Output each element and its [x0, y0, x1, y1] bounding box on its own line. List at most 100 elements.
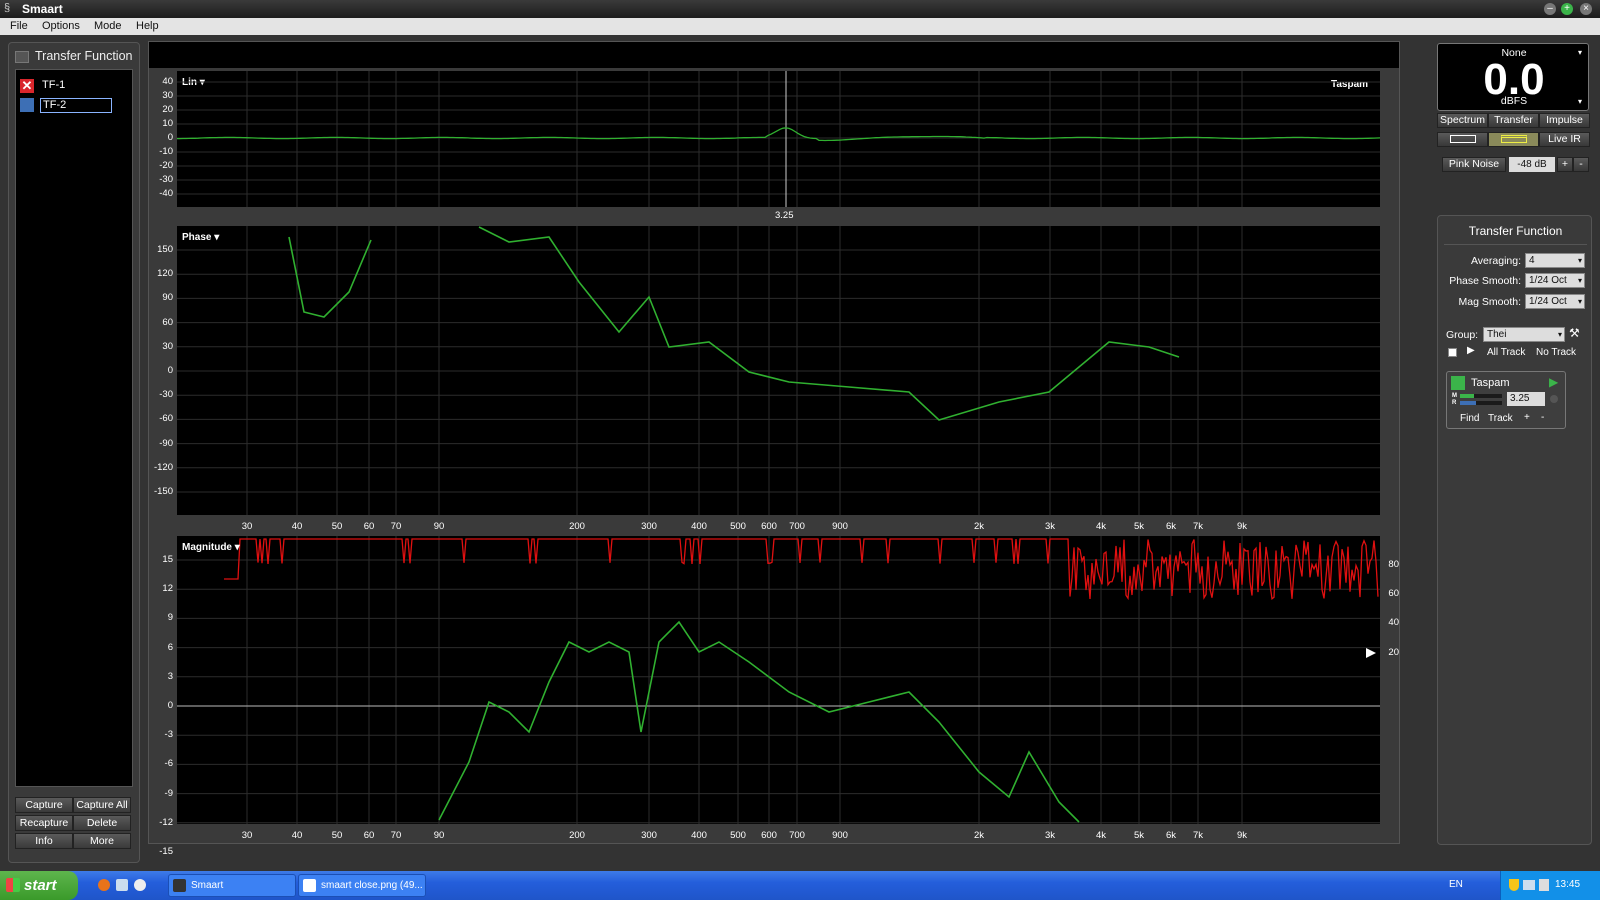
remove-button[interactable]: -	[1541, 412, 1544, 423]
live-ir-button[interactable]: Live IR	[1539, 132, 1590, 147]
tf-settings-panel: Transfer Function Averaging: 4 ▾ Phase Sm…	[1437, 215, 1592, 845]
averaging-select[interactable]: 4 ▾	[1525, 253, 1585, 268]
title-bar: § Smaart – + ×	[0, 0, 1600, 18]
minimize-icon[interactable]: –	[1544, 3, 1556, 15]
chevron-down-icon: ▾	[1557, 330, 1562, 339]
shield-icon[interactable]	[1509, 879, 1519, 891]
capture-button[interactable]: Capture	[15, 797, 73, 813]
chevron-down-icon: ▾	[1577, 276, 1582, 285]
meter-unit: dBFS	[1500, 95, 1528, 107]
pink-noise-button[interactable]: Pink Noise	[1442, 157, 1506, 172]
level-meter[interactable]: None 0.0 dBFS ▾ ▾	[1437, 43, 1589, 111]
meter-source-dropdown-icon[interactable]: ▾	[1578, 48, 1582, 57]
mag-smooth-value: 1/24 Oct	[1529, 296, 1567, 307]
play-icon[interactable]: ▶	[1467, 345, 1475, 356]
info-button[interactable]: Info	[15, 833, 73, 849]
tf-list: ✕ TF-1 TF-2	[15, 69, 133, 787]
color-swatch[interactable]	[20, 98, 34, 112]
hide-x-icon[interactable]: ✕	[20, 79, 34, 93]
run-icon[interactable]: ▶	[1549, 375, 1558, 389]
delete-button[interactable]: Delete	[73, 815, 131, 831]
taskbar-item-label: Smaart	[191, 880, 224, 891]
no-track-button[interactable]: No Track	[1536, 347, 1576, 358]
tf-panel-title: Transfer Function	[35, 49, 133, 63]
all-track-button[interactable]: All Track	[1487, 347, 1525, 358]
tf-panel-header: Transfer Function	[15, 49, 133, 63]
phase-trace	[478, 226, 1180, 421]
panel-toggle[interactable]	[15, 50, 29, 63]
firefox-icon[interactable]	[98, 879, 110, 891]
taskbar-item-smaart[interactable]: Smaart	[168, 874, 296, 897]
menu-options[interactable]: Options	[42, 20, 80, 32]
generator-level[interactable]: -48 dB	[1509, 157, 1555, 172]
tab-impulse[interactable]: Impulse	[1539, 113, 1590, 128]
single-pane-icon	[1449, 135, 1476, 144]
group-label: Group:	[1446, 329, 1479, 341]
delay-field[interactable]: 3.25	[1507, 392, 1545, 406]
capture-all-button[interactable]: Capture All	[73, 797, 131, 813]
plot-area: Lin ▾ Taspam 40 30 20 10 0 -10 -20 -30 -40 3.25 …	[148, 41, 1400, 857]
y-tick-label: -15	[159, 846, 173, 857]
mag-smooth-select[interactable]: 1/24 Oct ▾	[1525, 294, 1585, 309]
tf-item-label-edit[interactable]: TF-2	[40, 98, 112, 113]
tools-icon[interactable]: ⚒	[1569, 326, 1580, 340]
device-icon[interactable]	[1539, 879, 1549, 891]
mag-smooth-label: Mag Smooth:	[1458, 296, 1521, 308]
averaging-label: Averaging:	[1470, 255, 1521, 267]
taskbar: start Smaart smaart close.png (49... EN …	[0, 871, 1600, 900]
main-area: Transfer Function ✕ TF-1 TF-2 Capture Ca…	[0, 35, 1600, 871]
system-tray: 13:45	[1500, 871, 1600, 900]
window-title: Smaart	[22, 2, 63, 16]
windows-logo-icon	[6, 878, 20, 892]
single-view-button[interactable]	[1437, 132, 1488, 147]
close-icon[interactable]: ×	[1580, 3, 1592, 15]
start-label: start	[24, 877, 57, 894]
menu-file[interactable]: File	[10, 20, 28, 32]
menu-bar: File Options Mode Help	[0, 18, 1600, 35]
phase-smooth-label: Phase Smooth:	[1449, 275, 1521, 287]
generator-plus-button[interactable]: +	[1557, 157, 1573, 172]
generator-minus-button[interactable]: -	[1573, 157, 1589, 172]
impulse-trace	[177, 127, 1381, 142]
measurement-color-swatch[interactable]	[1451, 376, 1465, 390]
quicklaunch-icon[interactable]	[116, 879, 128, 891]
language-indicator[interactable]: EN	[1449, 879, 1463, 890]
dual-view-button[interactable]	[1488, 132, 1539, 147]
menu-help[interactable]: Help	[136, 20, 159, 32]
tf-settings-title: Transfer Function	[1468, 224, 1563, 238]
recapture-button[interactable]: Recapture	[15, 815, 73, 831]
meter-unit-dropdown-icon[interactable]: ▾	[1578, 97, 1582, 106]
image-file-icon	[303, 879, 316, 892]
media-player-icon[interactable]	[134, 879, 146, 891]
taskbar-item-image[interactable]: smaart close.png (49...	[298, 874, 426, 897]
plot-traces	[177, 71, 1381, 824]
m-label: M	[1452, 393, 1457, 399]
chevron-down-icon: ▾	[1577, 297, 1582, 306]
smaart-app-icon: §	[4, 2, 11, 14]
m-level-bar	[1460, 394, 1502, 398]
maximize-icon[interactable]: +	[1561, 3, 1573, 15]
network-icon[interactable]	[1523, 880, 1535, 890]
clock: 13:45	[1555, 879, 1581, 890]
group-value: Thei	[1487, 329, 1507, 340]
phase-trace-low	[288, 236, 372, 318]
magnitude-label[interactable]: Magnitude ▾	[182, 542, 240, 553]
r-label: R	[1452, 400, 1457, 406]
averaging-value: 4	[1529, 255, 1535, 266]
more-button[interactable]: More	[73, 833, 131, 849]
divider	[1444, 244, 1587, 245]
phase-smooth-select[interactable]: 1/24 Oct ▾	[1525, 273, 1585, 288]
dual-pane-icon	[1500, 135, 1527, 144]
add-button[interactable]: +	[1524, 412, 1530, 423]
track-button[interactable]: Track	[1488, 413, 1513, 424]
group-select[interactable]: Thei ▾	[1483, 327, 1565, 342]
stop-icon[interactable]	[1448, 348, 1457, 357]
measurement-name: Taspam	[1471, 377, 1510, 389]
tab-spectrum[interactable]: Spectrum	[1437, 113, 1488, 128]
tab-transfer[interactable]: Transfer	[1488, 113, 1539, 128]
find-button[interactable]: Find	[1460, 413, 1479, 424]
menu-mode[interactable]: Mode	[94, 20, 122, 32]
start-button[interactable]: start	[0, 871, 78, 900]
coherence-threshold-marker	[1366, 648, 1376, 658]
measurement-card: Taspam ▶ M R 3.25 Find Track + -	[1446, 371, 1566, 429]
